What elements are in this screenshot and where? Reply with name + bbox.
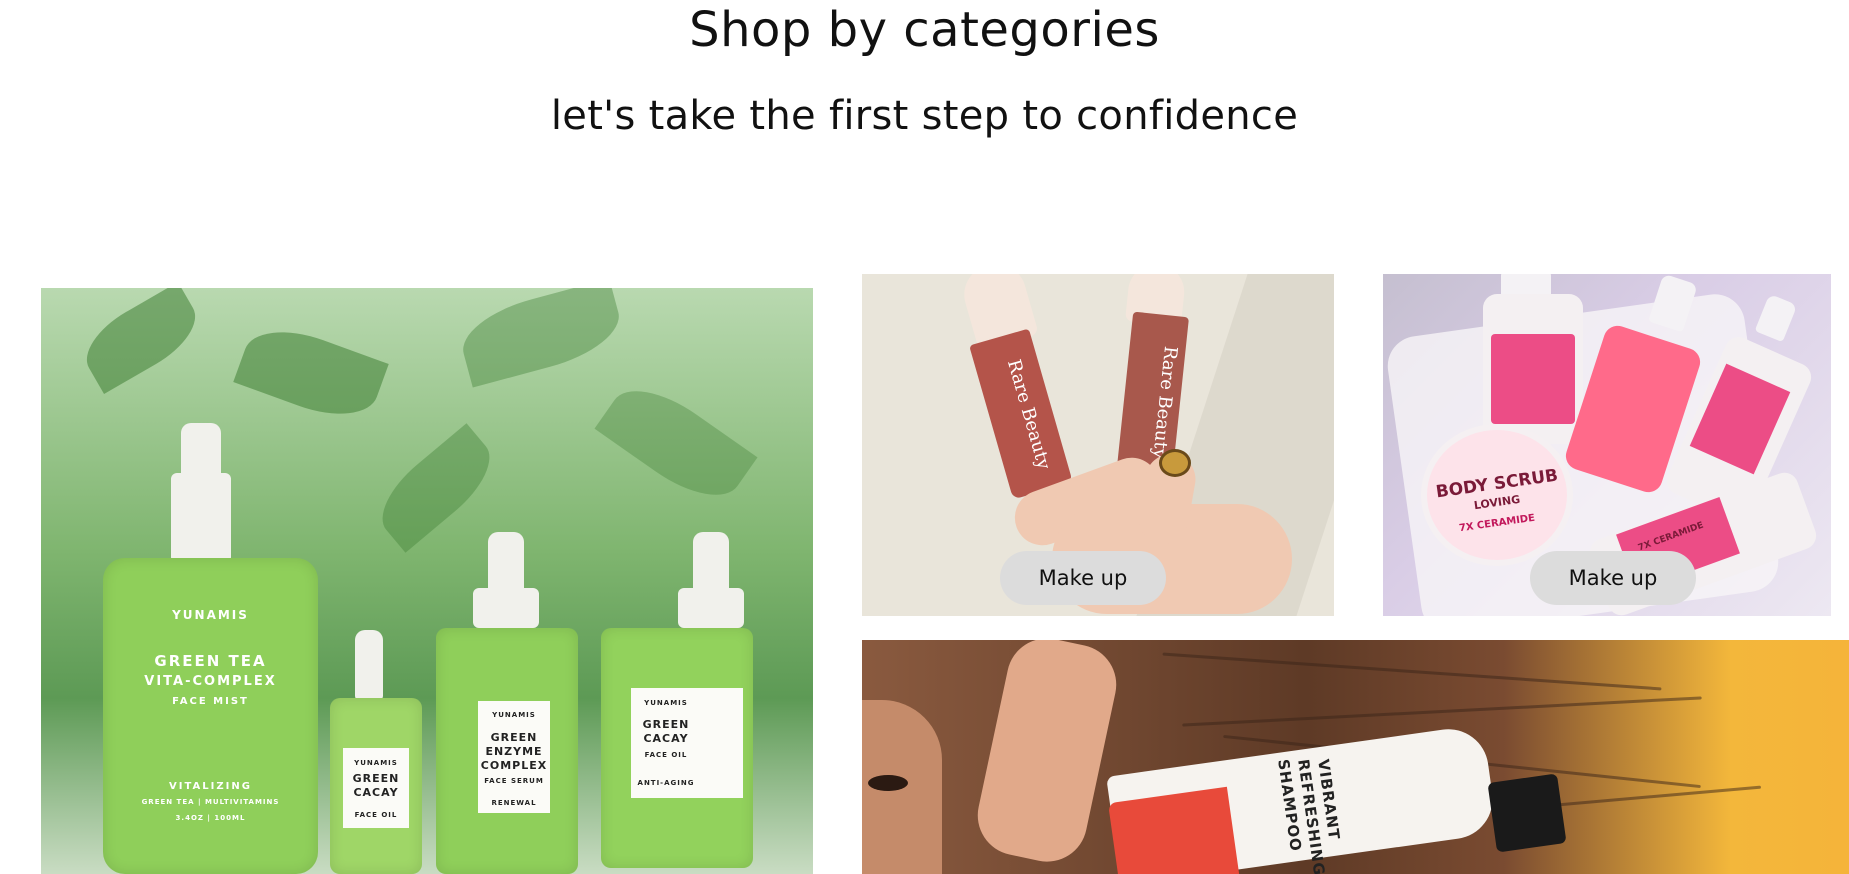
bottle-text: VITALIZING [169, 781, 252, 792]
bottle-text: GREEN TEA | MULTIVITAMINS [141, 798, 280, 806]
category-tile-haircare[interactable]: VIBRANT REFRESHING SHAMPOO [862, 640, 1849, 874]
label-text: GREEN [642, 718, 690, 731]
bottle-cap [171, 473, 231, 563]
leaf-decoration [454, 288, 628, 388]
dropper-cap [678, 588, 744, 628]
product-label [1491, 334, 1575, 424]
dropper-cap [355, 630, 383, 700]
category-tile-makeup-2[interactable]: 7X CERAMIDE BODY SCRUB LOVING 7X CERAMID… [1383, 274, 1831, 616]
bottle-text: 3.4OZ | 100ML [175, 814, 246, 822]
bottle-pump [1487, 773, 1567, 853]
label-text: FACE SERUM [484, 777, 544, 785]
label-text: COMPLEX [480, 759, 548, 772]
hand-image [970, 640, 1124, 870]
label-text: GREEN [352, 772, 400, 785]
ring-image [1159, 449, 1191, 477]
bottle-text: FACE MIST [172, 696, 249, 707]
product-bottle [103, 558, 318, 874]
leaf-decoration [74, 288, 208, 394]
makeup-category-button[interactable]: Make up [1000, 551, 1166, 605]
label-text: YUNAMIS [354, 759, 398, 767]
label-text: ANTI-AGING [637, 779, 695, 787]
label-text: CACAY [643, 732, 689, 745]
hair-decoration [1162, 652, 1662, 691]
grapefruit-label [1108, 786, 1243, 874]
category-tile-skincare[interactable]: YUNAMIS GREEN TEA VITA-COMPLEX FACE MIST… [41, 288, 813, 874]
section-title: Shop by categories [689, 2, 1160, 58]
leaf-decoration [366, 423, 506, 553]
label-text: FACE OIL [354, 811, 398, 819]
section-subtitle: let's take the first step to confidence [550, 93, 1299, 139]
category-tile-makeup[interactable]: Rare Beauty Rare Beauty Make up [862, 274, 1334, 616]
makeup-category-button-2[interactable]: Make up [1530, 551, 1696, 605]
label-text: CACAY [353, 786, 399, 799]
label-text: FACE OIL [644, 751, 688, 759]
label-text: YUNAMIS [644, 699, 688, 707]
bottle-cap [1754, 293, 1798, 343]
brand-text: YUNAMIS [172, 608, 249, 622]
bottle-text: GREEN TEA [154, 652, 267, 670]
label-text: ENZYME [485, 745, 543, 758]
eye-image [868, 775, 908, 791]
leaf-decoration [594, 371, 758, 515]
label-text: YUNAMIS [492, 711, 536, 719]
label-text: RENEWAL [491, 799, 537, 807]
dropper-cap [473, 588, 539, 628]
leaf-decoration [233, 316, 389, 430]
bottle-text: VITA-COMPLEX [144, 674, 277, 689]
label-text: GREEN [490, 731, 538, 744]
hair-decoration [1182, 696, 1702, 727]
